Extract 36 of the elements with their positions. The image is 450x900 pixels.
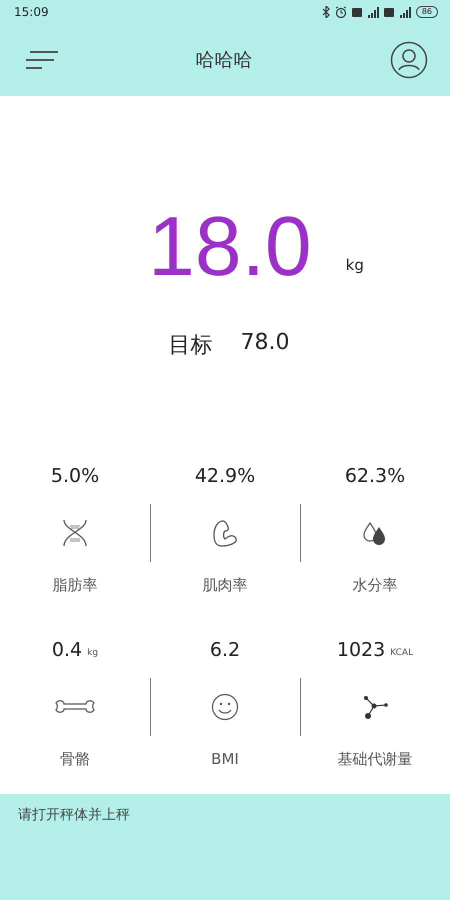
target-value: 78.0 — [240, 330, 290, 357]
metric-value: 1023 — [336, 639, 386, 661]
metric-value: 0.4 — [52, 639, 82, 661]
hint-text: 请打开秤体并上秤 — [18, 807, 130, 823]
metric-value: 42.9% — [194, 465, 256, 487]
smiley-icon — [211, 693, 239, 721]
battery-level: 86 — [416, 6, 438, 18]
metric-label: 水分率 — [352, 574, 398, 596]
menu-button[interactable] — [24, 50, 58, 70]
weight-value: 18.0 — [148, 198, 312, 295]
metric-label: 骨骼 — [60, 748, 90, 770]
metric-label: 基础代谢量 — [338, 748, 412, 770]
signal-icon — [398, 6, 411, 18]
metric-label: 肌肉率 — [202, 574, 248, 596]
arm-icon — [211, 518, 239, 548]
network-icon — [361, 694, 389, 720]
alarm-icon — [334, 6, 347, 18]
signal-icon — [366, 6, 379, 18]
metric-value: 6.2 — [210, 639, 240, 661]
sim-icon — [352, 6, 362, 18]
dna-icon — [61, 518, 89, 548]
metric-unit: kg — [87, 648, 98, 658]
target-label: 目标 — [168, 332, 212, 360]
metric-value: 62.3% — [344, 465, 406, 487]
bluetooth-icon — [320, 6, 330, 18]
metric-label: BMI — [211, 749, 239, 770]
metric-unit: KCAL — [390, 648, 414, 658]
menu-icon — [24, 50, 58, 70]
weight-unit: kg — [346, 256, 364, 274]
status-time: 15:09 — [14, 5, 49, 19]
profile-button[interactable] — [390, 41, 428, 79]
sim-icon — [384, 6, 394, 18]
profile-icon — [390, 41, 428, 79]
metric-label: 脂肪率 — [52, 574, 98, 596]
metric-value: 5.0% — [50, 465, 100, 487]
app-title: 哈哈哈 — [196, 48, 252, 73]
